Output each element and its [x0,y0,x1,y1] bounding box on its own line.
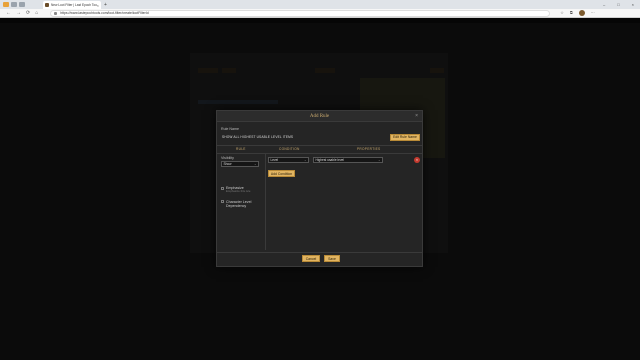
add-rule-modal: Add Rule × Rule Name SHOW ALL HIGHEST US… [216,110,423,267]
character-level-dependency-row[interactable]: Character Level Dependency [221,200,263,208]
column-header-properties: PROPERTIES [357,147,381,151]
maximize-button[interactable]: □ [617,2,619,7]
minimize-button[interactable]: – [603,2,605,7]
emphasize-sublabel: Emphasize this rule [226,189,251,193]
browser-app-icon[interactable] [3,2,9,7]
tab-actions-icon[interactable] [19,2,25,7]
column-header-condition: CONDITION [279,147,300,151]
delete-condition-button[interactable]: × [414,156,420,163]
back-button[interactable]: ← [6,10,11,16]
home-button[interactable]: ⌂ [35,10,38,16]
rule-name-row: SHOW ALL HIGHEST USABLE LEVEL ITEMS Edit… [221,133,420,141]
chevron-down-icon: ⌄ [303,157,307,162]
column-header-rule: RULE [236,147,246,151]
tab-title: New Loot Filter | Last Epoch Tools [51,3,97,7]
address-bar[interactable]: https://www.lastepochtools.com/loot-filt… [50,9,551,17]
condition-row: Level ⌄ Highest usable level ⌄ × [268,156,420,163]
window-controls: – □ × [603,2,640,7]
modal-header: Add Rule × [217,111,422,122]
divider [217,145,422,146]
window-app-icons [0,2,25,7]
reload-button[interactable]: ⟳ [26,10,30,16]
divider [217,153,422,154]
visibility-select[interactable]: Show ⌄ [221,161,259,167]
favorite-star-icon[interactable]: ☆ [560,10,564,16]
save-button[interactable]: Save [324,255,340,262]
chevron-down-icon: ⌄ [253,162,257,166]
browser-toolbar: ← → ⟳ ⌂ https://www.lastepochtools.com/l… [0,9,640,18]
modal-title: Add Rule [309,113,330,119]
add-condition-button[interactable]: Add Condition [268,170,295,177]
url-text: https://www.lastepochtools.com/loot-filt… [60,11,149,15]
profile-avatar[interactable] [578,10,585,16]
cancel-button[interactable]: Cancel [302,255,320,262]
new-tab-button[interactable]: + [104,2,107,8]
nav-buttons: ← → ⟳ ⌂ [0,10,38,16]
edit-rule-name-button[interactable]: Edit Rule Name [390,133,420,141]
visibility-value: Show [223,162,232,166]
close-window-button[interactable]: × [632,2,634,7]
close-icon[interactable]: × [415,113,418,119]
forward-button[interactable]: → [16,10,21,16]
character-level-dependency-checkbox[interactable] [221,200,224,203]
site-favicon-icon [45,3,49,7]
browser-tab-bar: New Loot Filter | Last Epoch Tools × + –… [0,0,640,9]
divider [217,252,422,253]
rule-name-label: Rule Name [221,127,239,131]
toolbar-icons: ☆ ⧉ ⋯ [560,10,595,16]
condition-value: Level [270,157,279,162]
chevron-down-icon: ⌄ [377,157,381,162]
modal-footer: Cancel Save [217,254,422,264]
emphasize-checkbox[interactable] [221,186,224,190]
emphasize-checkbox-row[interactable]: Emphasize Emphasize this rule [221,186,263,194]
property-select[interactable]: Highest usable level ⌄ [313,156,383,163]
tab-actions-icon[interactable] [11,2,17,7]
menu-icon[interactable]: ⋯ [591,10,595,16]
lock-icon[interactable] [54,11,58,15]
rule-settings: Visibility Show ⌄ Emphasize Emphasize th… [221,155,263,208]
column-separator [265,154,266,250]
condition-select[interactable]: Level ⌄ [268,156,309,163]
visibility-label: Visibility [221,156,234,160]
character-level-dependency-label: Character Level Dependency [226,199,252,208]
property-value: Highest usable level [315,157,345,162]
tab-close-icon[interactable]: × [97,3,99,8]
browser-tab-active[interactable]: New Loot Filter | Last Epoch Tools × [43,1,101,9]
rule-name-value: SHOW ALL HIGHEST USABLE LEVEL ITEMS [222,135,294,139]
extensions-icon[interactable]: ⧉ [570,10,573,16]
